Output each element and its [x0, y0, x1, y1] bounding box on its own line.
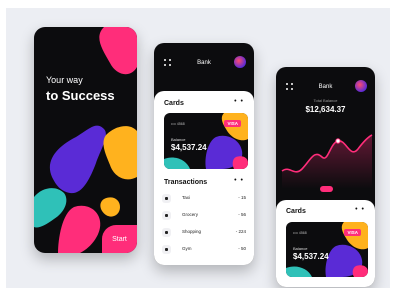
- bank-card[interactable]: •••• 4568 VISA Balance $4,537.24: [286, 222, 368, 277]
- grocery-icon: [162, 211, 171, 220]
- card-network-badge: VISA: [224, 120, 241, 127]
- gym-icon: [162, 245, 171, 254]
- card-balance: $4,537.24: [171, 143, 207, 152]
- card-balance-label: Balance: [293, 246, 308, 251]
- transactions-more-dots-icon[interactable]: • •: [234, 177, 244, 184]
- total-balance: $12,634.37: [305, 105, 346, 114]
- onboarding-screen: Your way to Success Start: [34, 27, 137, 253]
- showcase-canvas: Your way to Success Start Bank Cards • •: [6, 8, 390, 288]
- transaction-name: Grocery: [182, 212, 199, 217]
- onboarding-subtitle: Your way: [46, 75, 83, 85]
- transaction-amount: - 56: [238, 212, 246, 217]
- card-balance-label: Balance: [171, 137, 186, 142]
- card-balance: $4,537.24: [293, 252, 329, 261]
- abstract-shapes-art: [34, 27, 137, 253]
- cards-screen: Bank Cards • • •••• 4568 VISA Balance $4…: [154, 43, 254, 265]
- balance-screen-header: Bank: [276, 67, 375, 101]
- transaction-name: Taxi: [182, 195, 191, 200]
- cards-panel: Cards • • •••• 4568 VISA Balance $4,537.…: [276, 200, 375, 287]
- transaction-amount: - 50: [238, 246, 246, 251]
- start-button-label: Start: [112, 235, 127, 243]
- cards-section-title: Cards: [164, 100, 184, 107]
- shopping-icon: [162, 228, 171, 237]
- taxi-icon: [162, 194, 171, 203]
- balance-line-chart: [281, 134, 373, 189]
- transaction-name: Shopping: [182, 229, 202, 234]
- card-number: •••• 4568: [171, 122, 185, 126]
- transaction-row[interactable]: Shopping - 224: [162, 226, 246, 240]
- cards-screen-header: Bank: [154, 43, 254, 77]
- cards-panel: Cards • • •••• 4568 VISA Balance $4,537.…: [154, 91, 254, 265]
- transaction-row[interactable]: Grocery - 56: [162, 209, 246, 223]
- more-dots-icon[interactable]: • •: [355, 206, 365, 213]
- balance-screen: Bank Total Balance $12,634.37 Cards • •: [276, 67, 375, 287]
- total-balance-label: Total Balance: [313, 98, 338, 103]
- card-network-badge: VISA: [344, 229, 361, 236]
- avatar[interactable]: [234, 56, 246, 68]
- bank-card[interactable]: •••• 4568 VISA Balance $4,537.24: [164, 113, 248, 169]
- transaction-amount: - 224: [235, 229, 246, 234]
- card-number: •••• 4568: [293, 231, 307, 235]
- transaction-amount: - 15: [238, 195, 246, 200]
- chart-period-badge[interactable]: [320, 186, 333, 192]
- start-button[interactable]: Start: [102, 225, 137, 253]
- more-dots-icon[interactable]: • •: [234, 98, 244, 105]
- onboarding-title: to Success: [46, 88, 115, 103]
- chart-point-marker[interactable]: [335, 138, 341, 144]
- transaction-name: Gym: [182, 246, 192, 251]
- transaction-row[interactable]: Taxi - 15: [162, 192, 246, 206]
- transactions-section-title: Transactions: [164, 179, 208, 186]
- avatar[interactable]: [355, 80, 367, 92]
- transaction-row[interactable]: Gym - 50: [162, 243, 246, 257]
- cards-section-title: Cards: [286, 208, 306, 215]
